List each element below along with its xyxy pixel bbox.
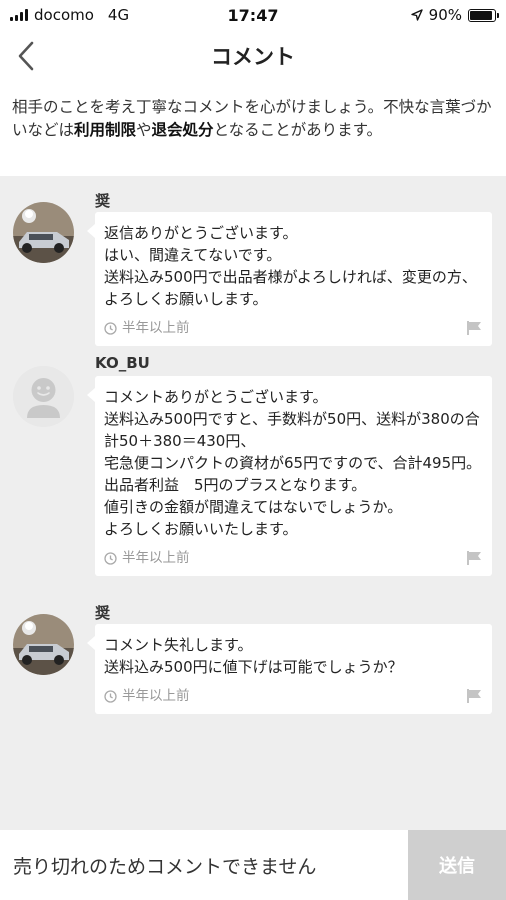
car-photo-avatar-image <box>13 202 74 263</box>
clock-icon <box>104 321 117 335</box>
notice-text-3: となることがあります。 <box>213 121 383 139</box>
comment-input-bar: 売り切れのためコメントできません 送信 <box>0 830 506 900</box>
navigation-bar: コメント <box>0 30 506 82</box>
default-user-avatar-image <box>13 366 74 427</box>
comment-input[interactable]: 売り切れのためコメントできません <box>0 830 408 900</box>
signal-icon <box>10 9 28 21</box>
battery-fill <box>470 10 492 20</box>
location-arrow-icon <box>410 9 423 21</box>
comment-meta: 半年以上前 <box>104 548 482 568</box>
comment-text: コメント失礼します。 送料込み500円に値下げは可能でしょうか？ <box>104 636 403 676</box>
comment-meta: 半年以上前 <box>104 686 482 706</box>
comment-guideline-notice: 相手のことを考え丁寧なコメントを心がけましょう。不快な言葉づかいなどは利用制限や… <box>0 82 506 176</box>
comment-time: 半年以上前 <box>104 547 190 569</box>
battery-icon <box>468 8 499 22</box>
comment-time-label: 半年以上前 <box>122 550 190 566</box>
comment-list[interactable]: 奨 返信ありがとうございます。 はい、間違えてないです。 送料込み500円で出品… <box>0 176 506 830</box>
comment-time: 半年以上前 <box>104 317 190 339</box>
comment-author: 奨 <box>95 604 111 622</box>
default-user-avatar[interactable] <box>13 366 74 427</box>
comment-text: 返信ありがとうございます。 はい、間違えてないです。 送料込み500円で出品者様… <box>104 224 477 308</box>
status-time: 17:47 <box>227 5 279 25</box>
clock-icon <box>104 689 117 703</box>
report-flag-button[interactable] <box>466 320 482 336</box>
comment-bubble: 返信ありがとうございます。 はい、間違えてないです。 送料込み500円で出品者様… <box>87 212 492 346</box>
comment-time-label: 半年以上前 <box>122 688 190 704</box>
report-flag-button[interactable] <box>466 688 482 704</box>
comment-time: 半年以上前 <box>104 685 190 707</box>
carrier-label: docomo <box>34 6 94 24</box>
flag-icon <box>467 689 481 703</box>
flag-icon <box>467 551 481 565</box>
comment-bubble: コメント失礼します。 送料込み500円に値下げは可能でしょうか？ 半年以上前 <box>87 624 492 714</box>
comment-author: KO_BU <box>95 354 150 372</box>
car-photo-avatar[interactable] <box>13 614 74 675</box>
comment-meta: 半年以上前 <box>104 318 482 338</box>
car-photo-avatar-image <box>13 614 74 675</box>
notice-text-2: や <box>136 121 152 139</box>
comment-bubble: コメントありがとうございます。 送料込み500円ですと、手数料が50円、送料が3… <box>87 376 492 576</box>
report-flag-button[interactable] <box>466 550 482 566</box>
clock-icon <box>104 551 117 565</box>
page-title: コメント <box>211 45 295 69</box>
comment-time-label: 半年以上前 <box>122 320 190 336</box>
status-left: docomo 4G <box>10 6 190 24</box>
car-photo-avatar[interactable] <box>13 202 74 263</box>
flag-icon <box>467 321 481 335</box>
notice-bold-usage-restriction: 利用制限 <box>74 121 137 139</box>
network-label: 4G <box>107 6 130 24</box>
status-bar: docomo 4G 17:47 90% <box>0 0 506 30</box>
comment-author: 奨 <box>95 192 111 210</box>
chevron-left-icon <box>18 41 34 71</box>
status-right: 90% <box>316 6 499 24</box>
send-button[interactable]: 送信 <box>408 830 506 900</box>
back-button[interactable] <box>6 36 46 76</box>
notice-bold-withdrawal: 退会処分 <box>151 121 214 139</box>
battery-percent: 90% <box>428 6 462 24</box>
comment-text: コメントありがとうございます。 送料込み500円ですと、手数料が50円、送料が3… <box>104 388 482 538</box>
